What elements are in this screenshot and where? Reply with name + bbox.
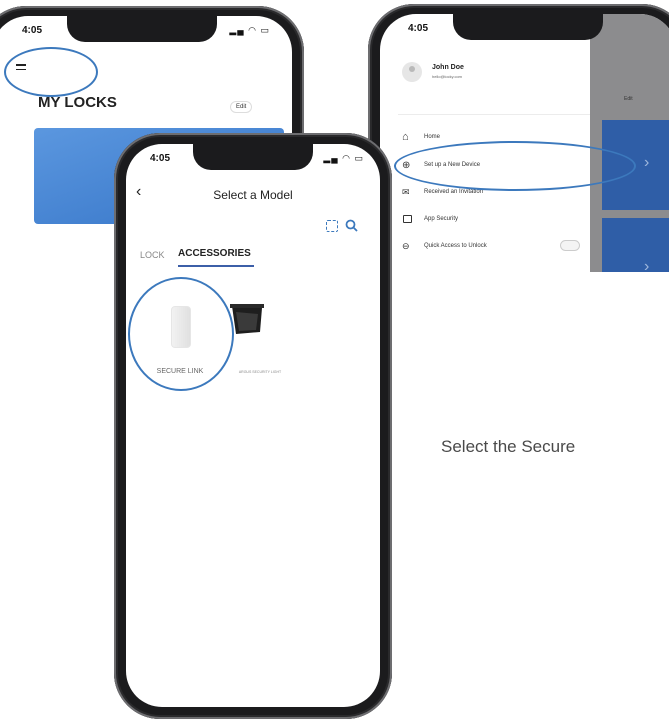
center-phone: 4:05 ▂▄ ◠ ▭ ‹ Select a Model LOCK ACCESS… bbox=[114, 133, 392, 719]
status-icons: ▂▄ ◠ ▭ bbox=[229, 25, 270, 35]
notch bbox=[453, 14, 603, 40]
notch bbox=[193, 144, 313, 170]
avatar bbox=[402, 62, 422, 82]
user-name: John Doe bbox=[432, 64, 464, 71]
chevron-right-icon: › bbox=[644, 258, 650, 272]
status-icons: ▂▄ ◠ ▭ bbox=[323, 153, 364, 163]
edit-button[interactable]: Edit bbox=[230, 101, 253, 113]
menu-item-label: App Security bbox=[424, 216, 459, 222]
quick-access-toggle[interactable] bbox=[560, 240, 580, 251]
mail-icon: ✉ bbox=[402, 187, 410, 197]
scan-icon[interactable] bbox=[326, 220, 338, 232]
status-time: 4:05 bbox=[150, 153, 171, 164]
background-card-2: › bbox=[602, 218, 669, 272]
status-time: 4:05 bbox=[22, 25, 43, 36]
menu-item-label: Quick Access to Unlock bbox=[424, 243, 487, 249]
right-phone-crop: Edit › › 4:05 John Doe hello@locky.com ⌂… bbox=[360, 0, 669, 272]
notch bbox=[67, 16, 217, 42]
right-phone: Edit › › 4:05 John Doe hello@locky.com ⌂… bbox=[368, 4, 669, 272]
instruction-text: Select the Secure bbox=[441, 437, 576, 456]
highlight-ring-hamburger bbox=[4, 47, 98, 97]
menu-divider bbox=[398, 114, 590, 115]
search-icon[interactable] bbox=[345, 219, 358, 232]
page-title: Select a Model bbox=[213, 188, 293, 202]
home-icon: ⌂ bbox=[402, 131, 409, 143]
menu-item-label: Home bbox=[424, 134, 441, 140]
unlock-icon: ⊖ bbox=[402, 241, 410, 251]
status-time: 4:05 bbox=[408, 23, 429, 34]
tab-lock[interactable]: LOCK bbox=[140, 250, 165, 260]
user-email: hello@locky.com bbox=[432, 74, 462, 79]
lock-icon bbox=[403, 215, 412, 223]
tab-active-underline bbox=[178, 265, 254, 267]
chevron-right-icon: › bbox=[644, 154, 650, 171]
highlight-ring-set-up-device bbox=[394, 141, 636, 191]
background-edit-label: Edit bbox=[624, 96, 633, 102]
menu-item-label: Received an Invitation bbox=[424, 189, 484, 195]
product-argus-security-light[interactable]: ARGUS SECURITY LIGHT bbox=[220, 294, 316, 384]
center-phone-screen: 4:05 ▂▄ ◠ ▭ ‹ Select a Model LOCK ACCESS… bbox=[126, 144, 380, 707]
highlight-ring-secure-link bbox=[128, 277, 234, 391]
product-label: ARGUS SECURITY LIGHT bbox=[238, 370, 282, 374]
tab-accessories[interactable]: ACCESSORIES bbox=[178, 248, 251, 259]
